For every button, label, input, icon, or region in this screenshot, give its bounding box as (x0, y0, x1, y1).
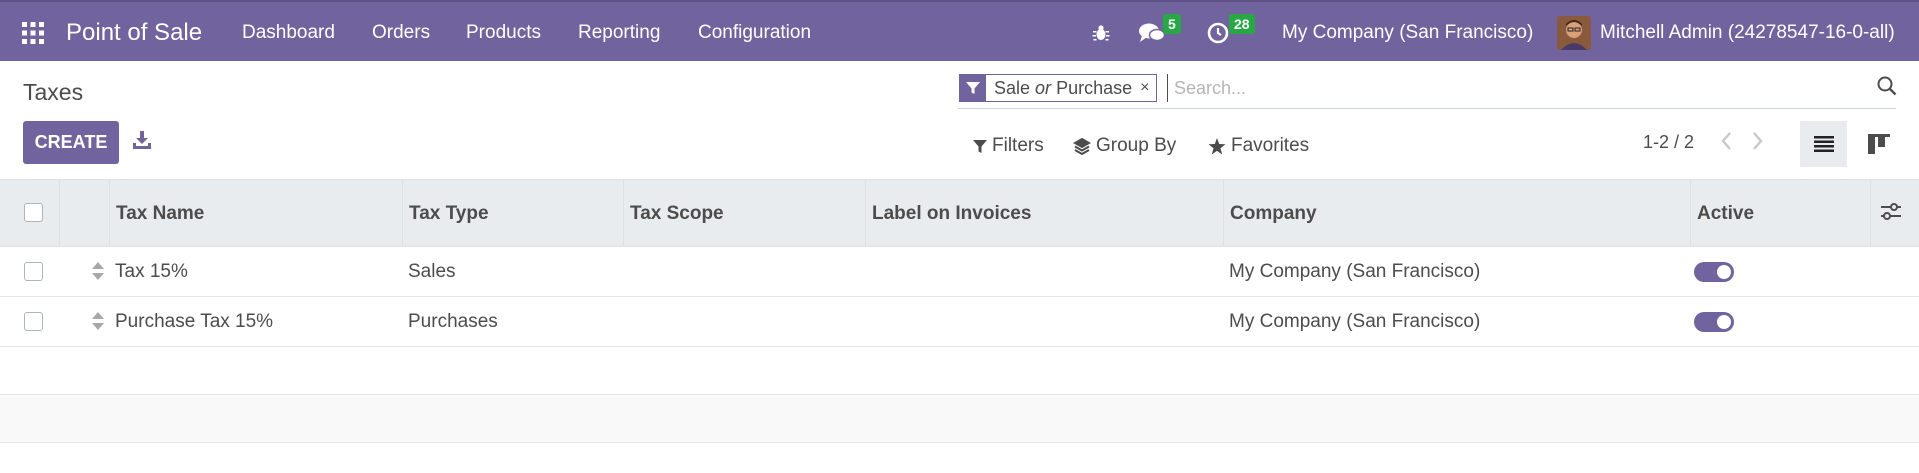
empty-row (0, 395, 1919, 443)
nav-orders[interactable]: Orders (372, 2, 430, 63)
drag-handle-icon[interactable] (92, 262, 104, 285)
cell-tax-scope (623, 247, 629, 296)
nav-products[interactable]: Products (466, 2, 541, 63)
top-navbar: Point of Sale Dashboard Orders Products … (0, 0, 1919, 61)
nav-configuration[interactable]: Configuration (698, 2, 811, 63)
col-tax-name[interactable]: Tax Name (109, 180, 403, 247)
filters-button[interactable]: Filters (973, 134, 1044, 158)
clock-icon[interactable] (1207, 2, 1229, 63)
cell-tax-type: Purchases (408, 310, 498, 332)
nav-reporting[interactable]: Reporting (578, 2, 660, 63)
activities-badge: 28 (1229, 14, 1255, 34)
filter-icon (960, 75, 986, 101)
search-input[interactable] (1167, 74, 1827, 102)
create-button[interactable]: CREATE (23, 121, 119, 164)
nav-dashboard[interactable]: Dashboard (242, 2, 335, 63)
filters-label: Filters (992, 135, 1044, 156)
layers-icon (1073, 137, 1091, 155)
messages-badge: 5 (1163, 14, 1181, 34)
active-toggle[interactable] (1694, 262, 1734, 282)
row-checkbox[interactable] (24, 312, 43, 331)
col-company[interactable]: Company (1223, 180, 1691, 247)
favorites-button[interactable]: Favorites (1208, 134, 1309, 158)
cell-company: My Company (San Francisco) (1229, 260, 1481, 282)
col-tax-type[interactable]: Tax Type (402, 180, 624, 247)
list-view-icon[interactable] (1800, 121, 1847, 167)
chevron-right-icon[interactable] (1751, 130, 1765, 157)
cell-tax-name: Purchase Tax 15% (115, 310, 274, 332)
app-title[interactable]: Point of Sale (66, 2, 202, 63)
star-icon (1208, 137, 1226, 154)
cell-tax-type: Sales (408, 260, 456, 282)
cell-tax-name: Tax 15% (115, 260, 188, 282)
user-menu[interactable]: Mitchell Admin (24278547-16-0-all) (1600, 2, 1895, 63)
col-tax-scope[interactable]: Tax Scope (623, 180, 866, 247)
favorites-label: Favorites (1231, 135, 1310, 156)
chat-icon[interactable] (1139, 2, 1165, 63)
taxes-table: Tax Name Tax Type Tax Scope Label on Inv… (0, 179, 1919, 443)
table-row[interactable]: Tax 15% Sales My Company (San Francisco) (0, 247, 1919, 297)
search-icon[interactable] (1877, 76, 1897, 101)
avatar[interactable] (1557, 2, 1591, 63)
kanban-view-icon[interactable] (1855, 121, 1902, 167)
empty-row (0, 347, 1919, 395)
column-settings-icon[interactable] (1880, 202, 1902, 227)
handle-column-header (59, 180, 110, 247)
facet-remove-icon[interactable]: × (1140, 79, 1156, 97)
pager-value[interactable]: 1-2 / 2 (1643, 132, 1694, 153)
drag-handle-icon[interactable] (92, 312, 104, 335)
bug-icon[interactable] (1092, 2, 1110, 63)
cell-label (865, 297, 871, 346)
apps-grid-icon[interactable] (22, 2, 48, 63)
download-icon[interactable] (132, 130, 152, 152)
filter-icon (973, 139, 987, 153)
cell-company: My Company (San Francisco) (1229, 310, 1481, 332)
group-by-label: Group By (1096, 135, 1177, 156)
cell-tax-scope (623, 297, 629, 346)
page-title[interactable]: Taxes (23, 79, 83, 106)
table-header: Tax Name Tax Type Tax Scope Label on Inv… (0, 179, 1919, 247)
cell-label (865, 247, 871, 296)
row-checkbox[interactable] (24, 262, 43, 281)
search-facet[interactable]: Sale or Purchase × (959, 74, 1158, 102)
facet-label: Sale or Purchase (994, 77, 1133, 98)
col-label-on-invoices[interactable]: Label on Invoices (865, 180, 1224, 247)
search-bar: Sale or Purchase × (958, 72, 1896, 109)
table-row[interactable]: Purchase Tax 15% Purchases My Company (S… (0, 297, 1919, 347)
col-active[interactable]: Active (1690, 180, 1871, 247)
select-all-checkbox[interactable] (24, 203, 43, 222)
active-toggle[interactable] (1694, 312, 1734, 332)
group-by-button[interactable]: Group By (1073, 134, 1176, 158)
chevron-left-icon[interactable] (1719, 130, 1733, 157)
company-switcher[interactable]: My Company (San Francisco) (1282, 2, 1533, 63)
